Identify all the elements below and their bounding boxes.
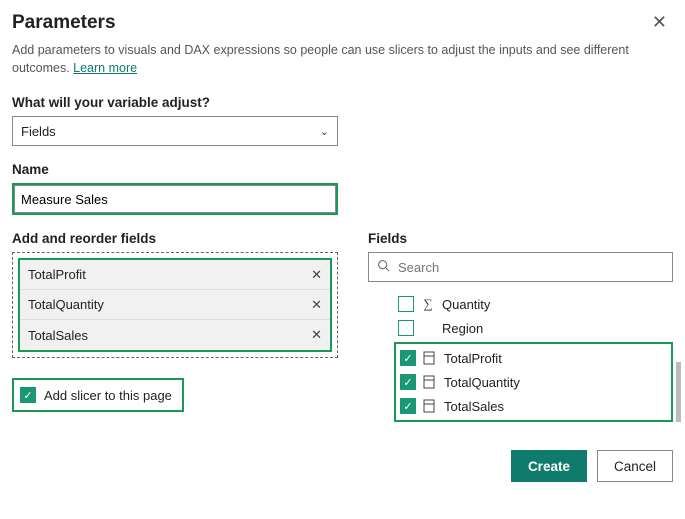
- field-checkbox[interactable]: ✓: [400, 374, 416, 390]
- field-item[interactable]: ∑ Quantity: [398, 292, 673, 316]
- reorder-item[interactable]: TotalProfit ✕: [20, 260, 330, 290]
- dialog-title: Parameters: [12, 12, 116, 34]
- field-item[interactable]: Region: [398, 316, 673, 340]
- adjust-dropdown[interactable]: Fields ⌄: [12, 116, 338, 146]
- reorder-item[interactable]: TotalQuantity ✕: [20, 290, 330, 320]
- field-checkbox[interactable]: ✓: [400, 350, 416, 366]
- field-checkbox[interactable]: ✓: [400, 398, 416, 414]
- chevron-down-icon: ⌄: [320, 125, 329, 138]
- remove-icon[interactable]: ✕: [311, 327, 322, 343]
- adjust-value: Fields: [21, 124, 56, 139]
- field-checkbox[interactable]: [398, 296, 414, 312]
- add-slicer-option[interactable]: ✓ Add slicer to this page: [12, 378, 184, 412]
- measure-icon: [423, 375, 437, 389]
- measure-icon: [423, 399, 437, 413]
- reorder-label: Add and reorder fields: [12, 231, 338, 246]
- search-icon: [377, 259, 390, 275]
- search-input[interactable]: [396, 259, 664, 276]
- cancel-button[interactable]: Cancel: [597, 450, 673, 482]
- fields-label: Fields: [368, 231, 673, 246]
- field-item[interactable]: ✓ TotalProfit: [400, 346, 667, 370]
- fields-tree: ∑ Quantity Region ✓ TotalProfit ✓: [368, 292, 673, 422]
- field-item[interactable]: ✓ TotalSales: [400, 394, 667, 418]
- reorder-item[interactable]: TotalSales ✕: [20, 320, 330, 350]
- field-item[interactable]: ✓ TotalQuantity: [400, 370, 667, 394]
- scrollbar[interactable]: [676, 362, 681, 422]
- remove-icon[interactable]: ✕: [311, 267, 322, 283]
- field-checkbox[interactable]: [398, 320, 414, 336]
- sigma-icon: ∑: [421, 296, 435, 312]
- dialog-description: Add parameters to visuals and DAX expres…: [12, 42, 652, 77]
- close-icon[interactable]: ✕: [646, 10, 673, 35]
- adjust-label: What will your variable adjust?: [12, 95, 673, 110]
- name-input[interactable]: [14, 185, 336, 213]
- learn-more-link[interactable]: Learn more: [73, 61, 137, 75]
- reorder-box: TotalProfit ✕ TotalQuantity ✕ TotalSales…: [12, 252, 338, 358]
- fields-search[interactable]: [368, 252, 673, 282]
- name-label: Name: [12, 162, 673, 177]
- create-button[interactable]: Create: [511, 450, 587, 482]
- remove-icon[interactable]: ✕: [311, 297, 322, 313]
- measure-icon: [423, 351, 437, 365]
- slicer-label: Add slicer to this page: [44, 388, 172, 403]
- slicer-checkbox[interactable]: ✓: [20, 387, 36, 403]
